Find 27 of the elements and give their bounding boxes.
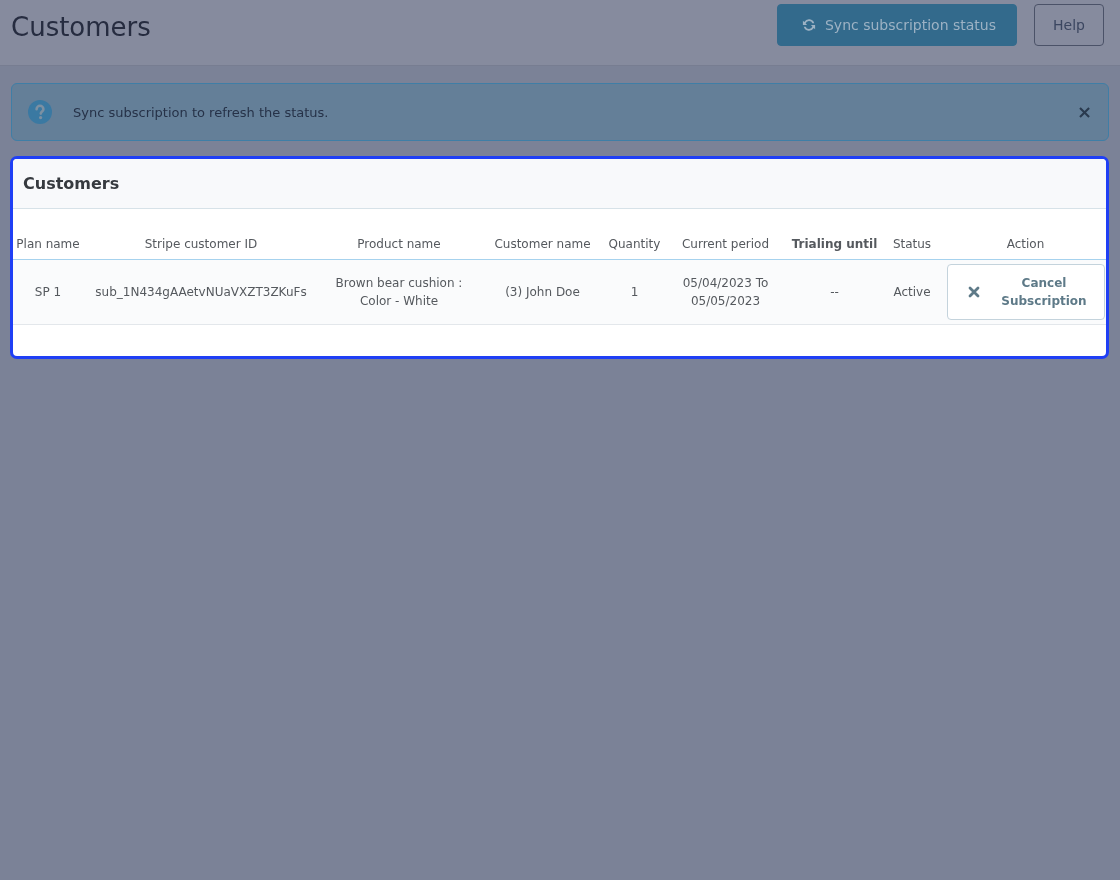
product-name-cell: Brown bear cushion : Color - White xyxy=(335,276,463,308)
trial-cell: -- xyxy=(830,285,839,299)
column-header: Product name xyxy=(319,229,479,260)
refresh-icon xyxy=(800,17,817,33)
column-header: Action xyxy=(943,229,1106,260)
page-title: Customers xyxy=(11,12,151,42)
customer-id-cell: sub_1N434gAAetvNUaVXZT3ZKuFs xyxy=(95,285,307,299)
question-icon xyxy=(28,100,52,124)
help-button[interactable]: Help xyxy=(1034,4,1104,46)
column-header: Trialing until xyxy=(788,229,881,260)
cancel-subscription-button[interactable]: Cancel Subscription xyxy=(947,264,1105,320)
column-header: Status xyxy=(881,229,943,260)
customer-name-cell: (3) John Doe xyxy=(505,285,580,299)
close-button[interactable]: × xyxy=(1074,103,1094,121)
column-header: Quantity xyxy=(606,229,663,260)
plan-name-cell: SP 1 xyxy=(34,285,62,299)
quantity-cell: 1 xyxy=(630,285,639,299)
cross-icon xyxy=(968,286,980,298)
panel-title: Customers xyxy=(23,174,120,193)
column-header: Stripe customer ID xyxy=(83,229,319,260)
sync-button[interactable]: Sync subscription status xyxy=(777,4,1017,46)
column-header: Current period xyxy=(663,229,788,260)
column-header: Customer name xyxy=(479,229,606,260)
alert-message: Sync subscription to refresh the status. xyxy=(73,104,330,120)
status-cell: Active xyxy=(893,285,931,299)
column-header: Plan name xyxy=(13,229,83,260)
period-cell: 05/04/2023 To 05/05/2023 xyxy=(682,276,769,308)
